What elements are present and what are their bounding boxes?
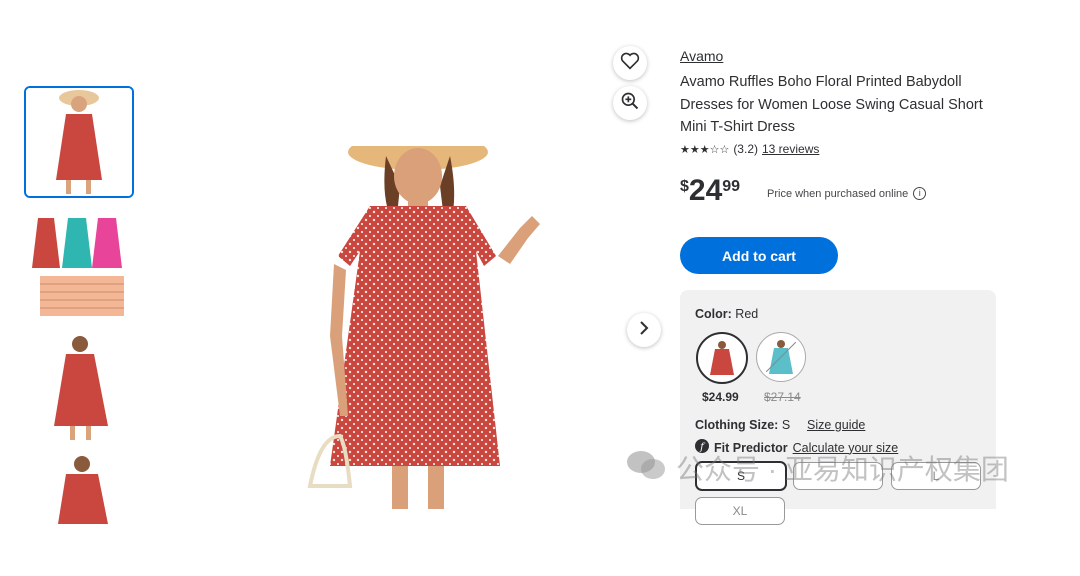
info-icon[interactable]: i <box>913 187 927 200</box>
thumbnail-2[interactable] <box>24 210 132 320</box>
chevron-right-icon <box>638 320 650 341</box>
next-image-button[interactable] <box>627 313 661 347</box>
price-dollars: 24 <box>688 174 723 207</box>
main-product-image[interactable] <box>300 146 560 509</box>
zoom-in-icon <box>620 91 640 116</box>
rating-value: (3.2) <box>733 142 758 156</box>
reviews-link[interactable]: 13 reviews <box>762 142 819 156</box>
price-cents: 99 <box>722 178 741 195</box>
thumbnail-strip <box>24 86 136 576</box>
size-value: S <box>781 418 791 432</box>
size-button-xl[interactable]: XL <box>695 497 785 525</box>
price: $ 24 99 <box>680 174 740 208</box>
watermark-text: 公众号 · 亚易知识产权集团 <box>676 454 1009 485</box>
color-value: Red <box>735 307 759 321</box>
rating: ★★★☆☆ (3.2) 13 reviews <box>680 142 819 156</box>
price-note: Price when purchased online i <box>767 187 927 200</box>
zoom-button[interactable] <box>613 86 647 120</box>
swatch-red[interactable] <box>696 332 748 384</box>
favorite-button[interactable] <box>613 46 647 80</box>
size-guide-link[interactable]: Size guide <box>807 418 865 432</box>
swatch-red-price: $24.99 <box>702 390 739 404</box>
thumbnail-1[interactable] <box>24 86 134 198</box>
swatch-blue[interactable] <box>756 332 806 382</box>
price-currency: $ <box>680 178 689 195</box>
add-to-cart-button[interactable]: Add to cart <box>680 237 838 274</box>
size-label: Clothing Size: <box>695 418 779 432</box>
wechat-icon <box>626 449 666 488</box>
rating-stars: ★★★☆☆ <box>680 143 730 156</box>
color-label: Color: <box>695 307 732 321</box>
size-option: Clothing Size: S <box>695 418 790 432</box>
heart-icon <box>620 52 640 75</box>
swatch-blue-price: $27.14 <box>764 390 801 404</box>
thumbnail-3[interactable] <box>24 332 132 442</box>
watermark: 公众号 · 亚易知识产权集团 <box>626 448 1009 488</box>
product-title: Avamo Ruffles Boho Floral Printed Babydo… <box>680 74 983 135</box>
brand-link[interactable]: Avamo <box>680 48 723 64</box>
thumbnail-4[interactable] <box>24 454 132 564</box>
color-option: Color: Red <box>695 307 758 321</box>
price-note-text: Price when purchased online <box>767 187 909 200</box>
